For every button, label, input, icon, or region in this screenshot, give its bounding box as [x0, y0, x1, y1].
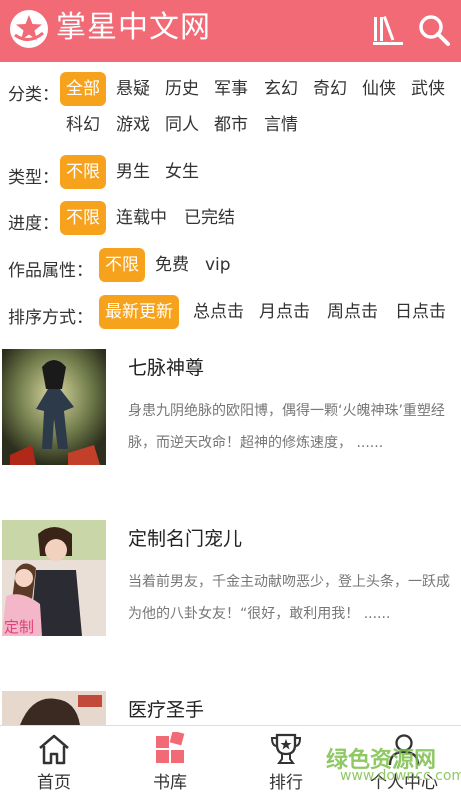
- filter-label-sort: 排序方式：: [8, 308, 93, 328]
- nav-ranking[interactable]: 排行: [240, 726, 332, 796]
- sort-option-total-clicks[interactable]: 总点击: [193, 295, 244, 329]
- category-option-fantasy[interactable]: 奇幻: [313, 72, 347, 106]
- book-cover-image[interactable]: [2, 691, 106, 725]
- bottom-navigation: 首页 书库 排行 个人中心: [0, 725, 461, 796]
- attribute-option-vip[interactable]: vip: [205, 248, 231, 282]
- user-icon: [388, 734, 420, 766]
- nav-library[interactable]: 书库: [124, 726, 216, 796]
- nav-user-center-label: 个人中心: [370, 773, 438, 793]
- filter-label-progress: 进度：: [8, 214, 59, 234]
- logo-star-icon[interactable]: [9, 9, 49, 49]
- filter-type: 类型： 不限 男生 女生: [0, 155, 461, 191]
- category-option-military[interactable]: 军事: [214, 72, 248, 106]
- nav-library-label: 书库: [153, 773, 187, 793]
- category-option-xuanhuan[interactable]: 玄幻: [264, 72, 298, 106]
- sort-option-daily-clicks[interactable]: 日点击: [395, 295, 446, 329]
- filter-label-type: 类型：: [8, 168, 59, 188]
- attribute-option-any[interactable]: 不限: [99, 248, 145, 282]
- category-option-scifi[interactable]: 科幻: [66, 108, 100, 142]
- filter-category: 分类： 全部 悬疑 历史 军事 玄幻 奇幻 仙侠 武侠 科幻 游戏 同人 都市 …: [0, 72, 461, 148]
- ranking-trophy-icon: [270, 733, 302, 764]
- book-item[interactable]: 定制 定制名门宠儿 当着前男友，千金主动献吻恶少，登上头条，一跃成为他的八卦女友…: [0, 520, 461, 640]
- book-item[interactable]: 医疗圣手: [0, 691, 461, 725]
- book-cover-image[interactable]: [2, 349, 106, 465]
- book-item[interactable]: 七脉神尊 身患九阴绝脉的欧阳博，偶得一颗‘火魄神珠’重塑经脉，而逆天改命！超神的…: [0, 349, 461, 469]
- sort-option-monthly-clicks[interactable]: 月点击: [259, 295, 310, 329]
- type-option-female[interactable]: 女生: [165, 155, 199, 189]
- search-icon[interactable]: [416, 12, 452, 48]
- progress-option-ongoing[interactable]: 连载中: [116, 201, 167, 235]
- category-option-wuxia[interactable]: 武侠: [411, 72, 445, 106]
- filter-attribute: 作品属性： 不限 免费 vip: [0, 248, 461, 284]
- library-grid-icon: [156, 732, 185, 763]
- svg-text:定制: 定制: [4, 618, 34, 636]
- library-icon[interactable]: [370, 12, 406, 48]
- filter-label-category: 分类：: [8, 85, 59, 105]
- book-title[interactable]: 七脉神尊: [128, 353, 204, 380]
- category-option-romance[interactable]: 言情: [264, 108, 298, 142]
- category-option-games[interactable]: 游戏: [116, 108, 150, 142]
- category-option-history[interactable]: 历史: [165, 72, 199, 106]
- nav-user-center[interactable]: 个人中心: [358, 726, 450, 796]
- book-title[interactable]: 医疗圣手: [128, 695, 204, 722]
- filter-progress: 进度： 不限 连载中 已完结: [0, 201, 461, 237]
- book-title[interactable]: 定制名门宠儿: [128, 524, 242, 551]
- nav-home-label: 首页: [37, 773, 71, 793]
- book-description: 身患九阴绝脉的欧阳博，偶得一颗‘火魄神珠’重塑经脉，而逆天改命！超神的修炼速度，…: [128, 403, 445, 451]
- book-cover-image[interactable]: 定制: [2, 520, 106, 636]
- filter-label-attribute: 作品属性：: [8, 261, 93, 281]
- category-option-urban[interactable]: 都市: [214, 108, 248, 142]
- category-option-fanfic[interactable]: 同人: [165, 108, 199, 142]
- progress-option-completed[interactable]: 已完结: [184, 201, 235, 235]
- sort-option-weekly-clicks[interactable]: 周点击: [327, 295, 378, 329]
- type-option-any[interactable]: 不限: [60, 155, 106, 189]
- book-description: 当着前男友，千金主动献吻恶少，登上头条，一跃成为他的八卦女友！“很好，敢利用我！…: [128, 574, 450, 622]
- brand-title: 掌星中文网: [56, 10, 211, 45]
- home-icon: [39, 734, 69, 765]
- filter-sort: 排序方式： 最新更新 总点击 月点击 周点击 日点击: [0, 295, 461, 331]
- app-header: 掌星中文网: [0, 0, 461, 62]
- sort-option-latest[interactable]: 最新更新: [99, 295, 179, 329]
- category-option-xianxia[interactable]: 仙侠: [362, 72, 396, 106]
- attribute-option-free[interactable]: 免费: [155, 248, 189, 282]
- nav-ranking-label: 排行: [269, 773, 303, 793]
- nav-home[interactable]: 首页: [8, 726, 100, 796]
- category-option-suspense[interactable]: 悬疑: [116, 72, 150, 106]
- type-option-male[interactable]: 男生: [116, 155, 150, 189]
- progress-option-any[interactable]: 不限: [60, 201, 106, 235]
- category-option-all[interactable]: 全部: [60, 72, 106, 106]
